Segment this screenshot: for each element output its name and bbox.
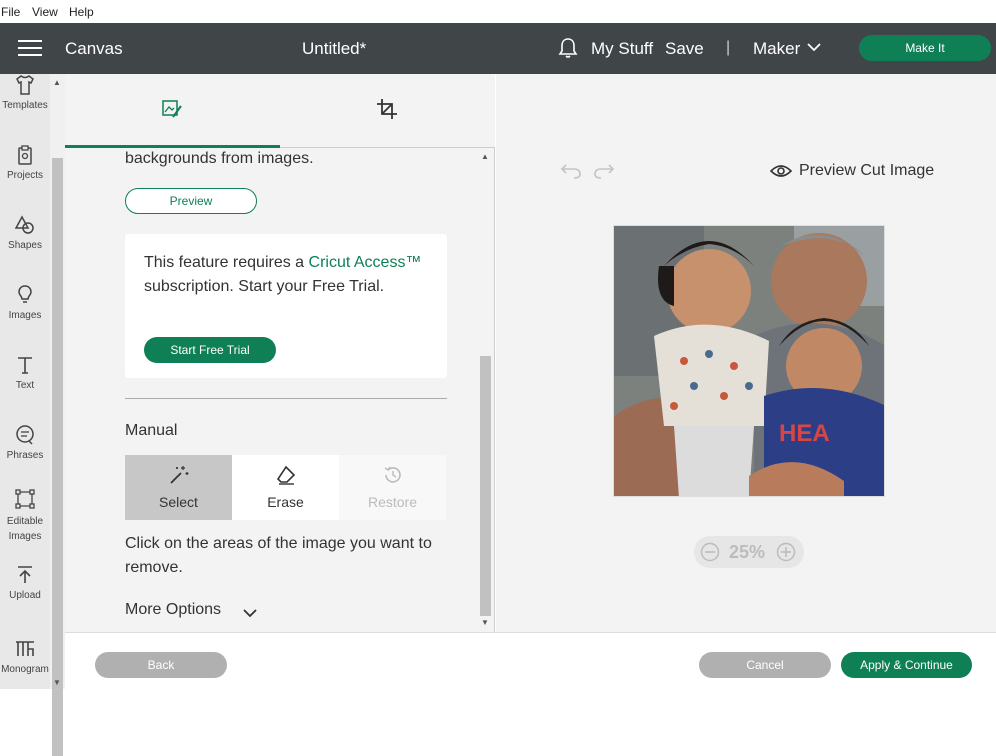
text-icon [18, 357, 32, 374]
bell-icon[interactable] [558, 37, 578, 59]
monogram-icon [16, 641, 34, 656]
left-sidebar: Templates Projects Shapes Images Text Ph… [0, 74, 50, 689]
edit-panel: ▲ ▼ backgrounds from images. Preview Thi… [65, 74, 495, 632]
restore-tool-button[interactable]: Restore [339, 455, 446, 520]
footer-bar: Back Cancel Apply & Continue [65, 632, 996, 689]
preview-cut-image-label: Preview Cut Image [799, 162, 935, 179]
sidebar-item-upload[interactable]: Upload [0, 564, 50, 601]
scrollbar-thumb[interactable] [480, 356, 491, 616]
sidebar-item-label: Projects [6, 170, 44, 181]
sidebar-scrollbar[interactable]: ▲ ▼ [50, 74, 65, 756]
preview-canvas: Preview Cut Image HEA 25% [496, 74, 996, 632]
menu-help[interactable]: Help [69, 5, 94, 19]
edit-nodes-icon [15, 489, 35, 509]
zoom-out-icon[interactable] [700, 542, 720, 562]
svg-text:HEA: HEA [779, 420, 830, 447]
manual-hint: Click on the areas of the image you want… [125, 535, 432, 576]
machine-selector[interactable]: Maker [753, 39, 800, 59]
upload-icon [18, 566, 32, 583]
sidebar-item-label: Monogram [1, 664, 49, 675]
scroll-down-arrow-icon[interactable]: ▼ [481, 618, 489, 627]
chevron-down-icon[interactable] [806, 39, 822, 55]
more-options-toggle[interactable]: More Options [125, 601, 257, 619]
scrollbar-thumb[interactable] [52, 158, 63, 756]
top-bar: Canvas Untitled* My Stuff Save | Maker M… [0, 23, 996, 74]
divider [125, 398, 447, 399]
notice-text: This feature requires a Cricut Access™ s… [144, 251, 434, 299]
cancel-button[interactable]: Cancel [699, 652, 831, 678]
make-it-button[interactable]: Make It [859, 35, 991, 61]
shapes-icon [14, 215, 34, 234]
feature-description: backgrounds from images. [125, 150, 314, 167]
apply-continue-button[interactable]: Apply & Continue [841, 652, 972, 678]
history-restore-icon [384, 466, 401, 483]
hamburger-menu-icon[interactable] [18, 40, 42, 56]
sidebar-item-projects[interactable]: Projects [0, 144, 50, 181]
manual-heading: Manual [125, 422, 178, 439]
sidebar-item-text[interactable]: Text [0, 354, 50, 391]
tab-remove-background[interactable] [65, 74, 280, 148]
speech-bubble-icon [16, 425, 34, 445]
lightbulb-icon [18, 285, 32, 303]
zoom-in-icon[interactable] [776, 542, 796, 562]
document-title[interactable]: Untitled* [302, 39, 366, 59]
sidebar-item-label: Shapes [8, 240, 42, 251]
redo-icon[interactable] [593, 161, 615, 179]
chevron-down-icon [243, 609, 257, 618]
crop-icon [377, 99, 397, 119]
panel-tabs [65, 74, 495, 148]
section-title: Canvas [65, 39, 123, 58]
clipboard-icon [18, 145, 32, 165]
back-button[interactable]: Back [95, 652, 227, 678]
select-tool-label: Select [159, 494, 198, 510]
more-options-label: More Options [125, 601, 222, 618]
notice-text-end: subscription. Start your Free Trial. [144, 278, 385, 295]
zoom-level: 25% [729, 542, 766, 562]
sidebar-item-templates[interactable]: Templates [0, 74, 50, 111]
menu-bar: File View Help [0, 0, 996, 23]
menu-view[interactable]: View [32, 5, 58, 19]
my-stuff-link[interactable]: My Stuff [591, 39, 653, 59]
sidebar-item-phrases[interactable]: Phrases [0, 424, 50, 461]
restore-tool-label: Restore [367, 494, 418, 510]
notice-text-start: This feature requires a [144, 254, 309, 271]
save-button[interactable]: Save [665, 39, 704, 59]
sidebar-item-shapes[interactable]: Shapes [0, 214, 50, 251]
sidebar-item-label: Editable Images [6, 516, 44, 542]
photo-image: HEA [614, 226, 884, 496]
header-separator: | [726, 39, 731, 56]
erase-tool-button[interactable]: Erase [232, 455, 339, 520]
magic-wand-icon [169, 466, 188, 484]
preview-cut-image-button[interactable]: Preview Cut Image [770, 162, 934, 180]
sidebar-item-label: Upload [9, 590, 41, 601]
scroll-up-arrow-icon[interactable]: ▲ [53, 78, 61, 87]
subscription-notice: This feature requires a Cricut Access™ s… [125, 234, 447, 378]
eye-icon [770, 165, 792, 177]
scroll-down-arrow-icon[interactable]: ▼ [53, 678, 61, 687]
menu-file[interactable]: File [1, 5, 20, 19]
start-free-trial-button[interactable]: Start Free Trial [144, 337, 276, 363]
manual-tools: Select Erase Restore [125, 455, 447, 520]
uploaded-photo: HEA [613, 225, 885, 497]
erase-tool-label: Erase [267, 494, 304, 510]
undo-icon[interactable] [560, 161, 582, 179]
zoom-control: 25% [694, 536, 804, 568]
tab-crop[interactable] [280, 74, 495, 148]
cricut-access-link[interactable]: Cricut Access™ [309, 254, 422, 271]
sidebar-item-label: Templates [2, 100, 48, 111]
shirt-icon [16, 75, 34, 95]
eraser-icon [276, 465, 295, 485]
sidebar-item-label: Text [15, 380, 35, 391]
preview-button[interactable]: Preview [125, 188, 257, 214]
scroll-up-arrow-icon[interactable]: ▲ [481, 152, 489, 161]
sidebar-item-label: Phrases [6, 450, 44, 461]
select-tool-button[interactable]: Select [125, 455, 232, 520]
sidebar-item-label: Images [8, 310, 42, 321]
sidebar-item-editable-images[interactable]: Editable Images [0, 488, 50, 544]
image-edit-icon [162, 100, 182, 118]
panel-scrollbar[interactable]: ▲ ▼ [478, 148, 493, 632]
sidebar-item-monogram[interactable]: Monogram [0, 638, 50, 675]
sidebar-item-images[interactable]: Images [0, 284, 50, 321]
